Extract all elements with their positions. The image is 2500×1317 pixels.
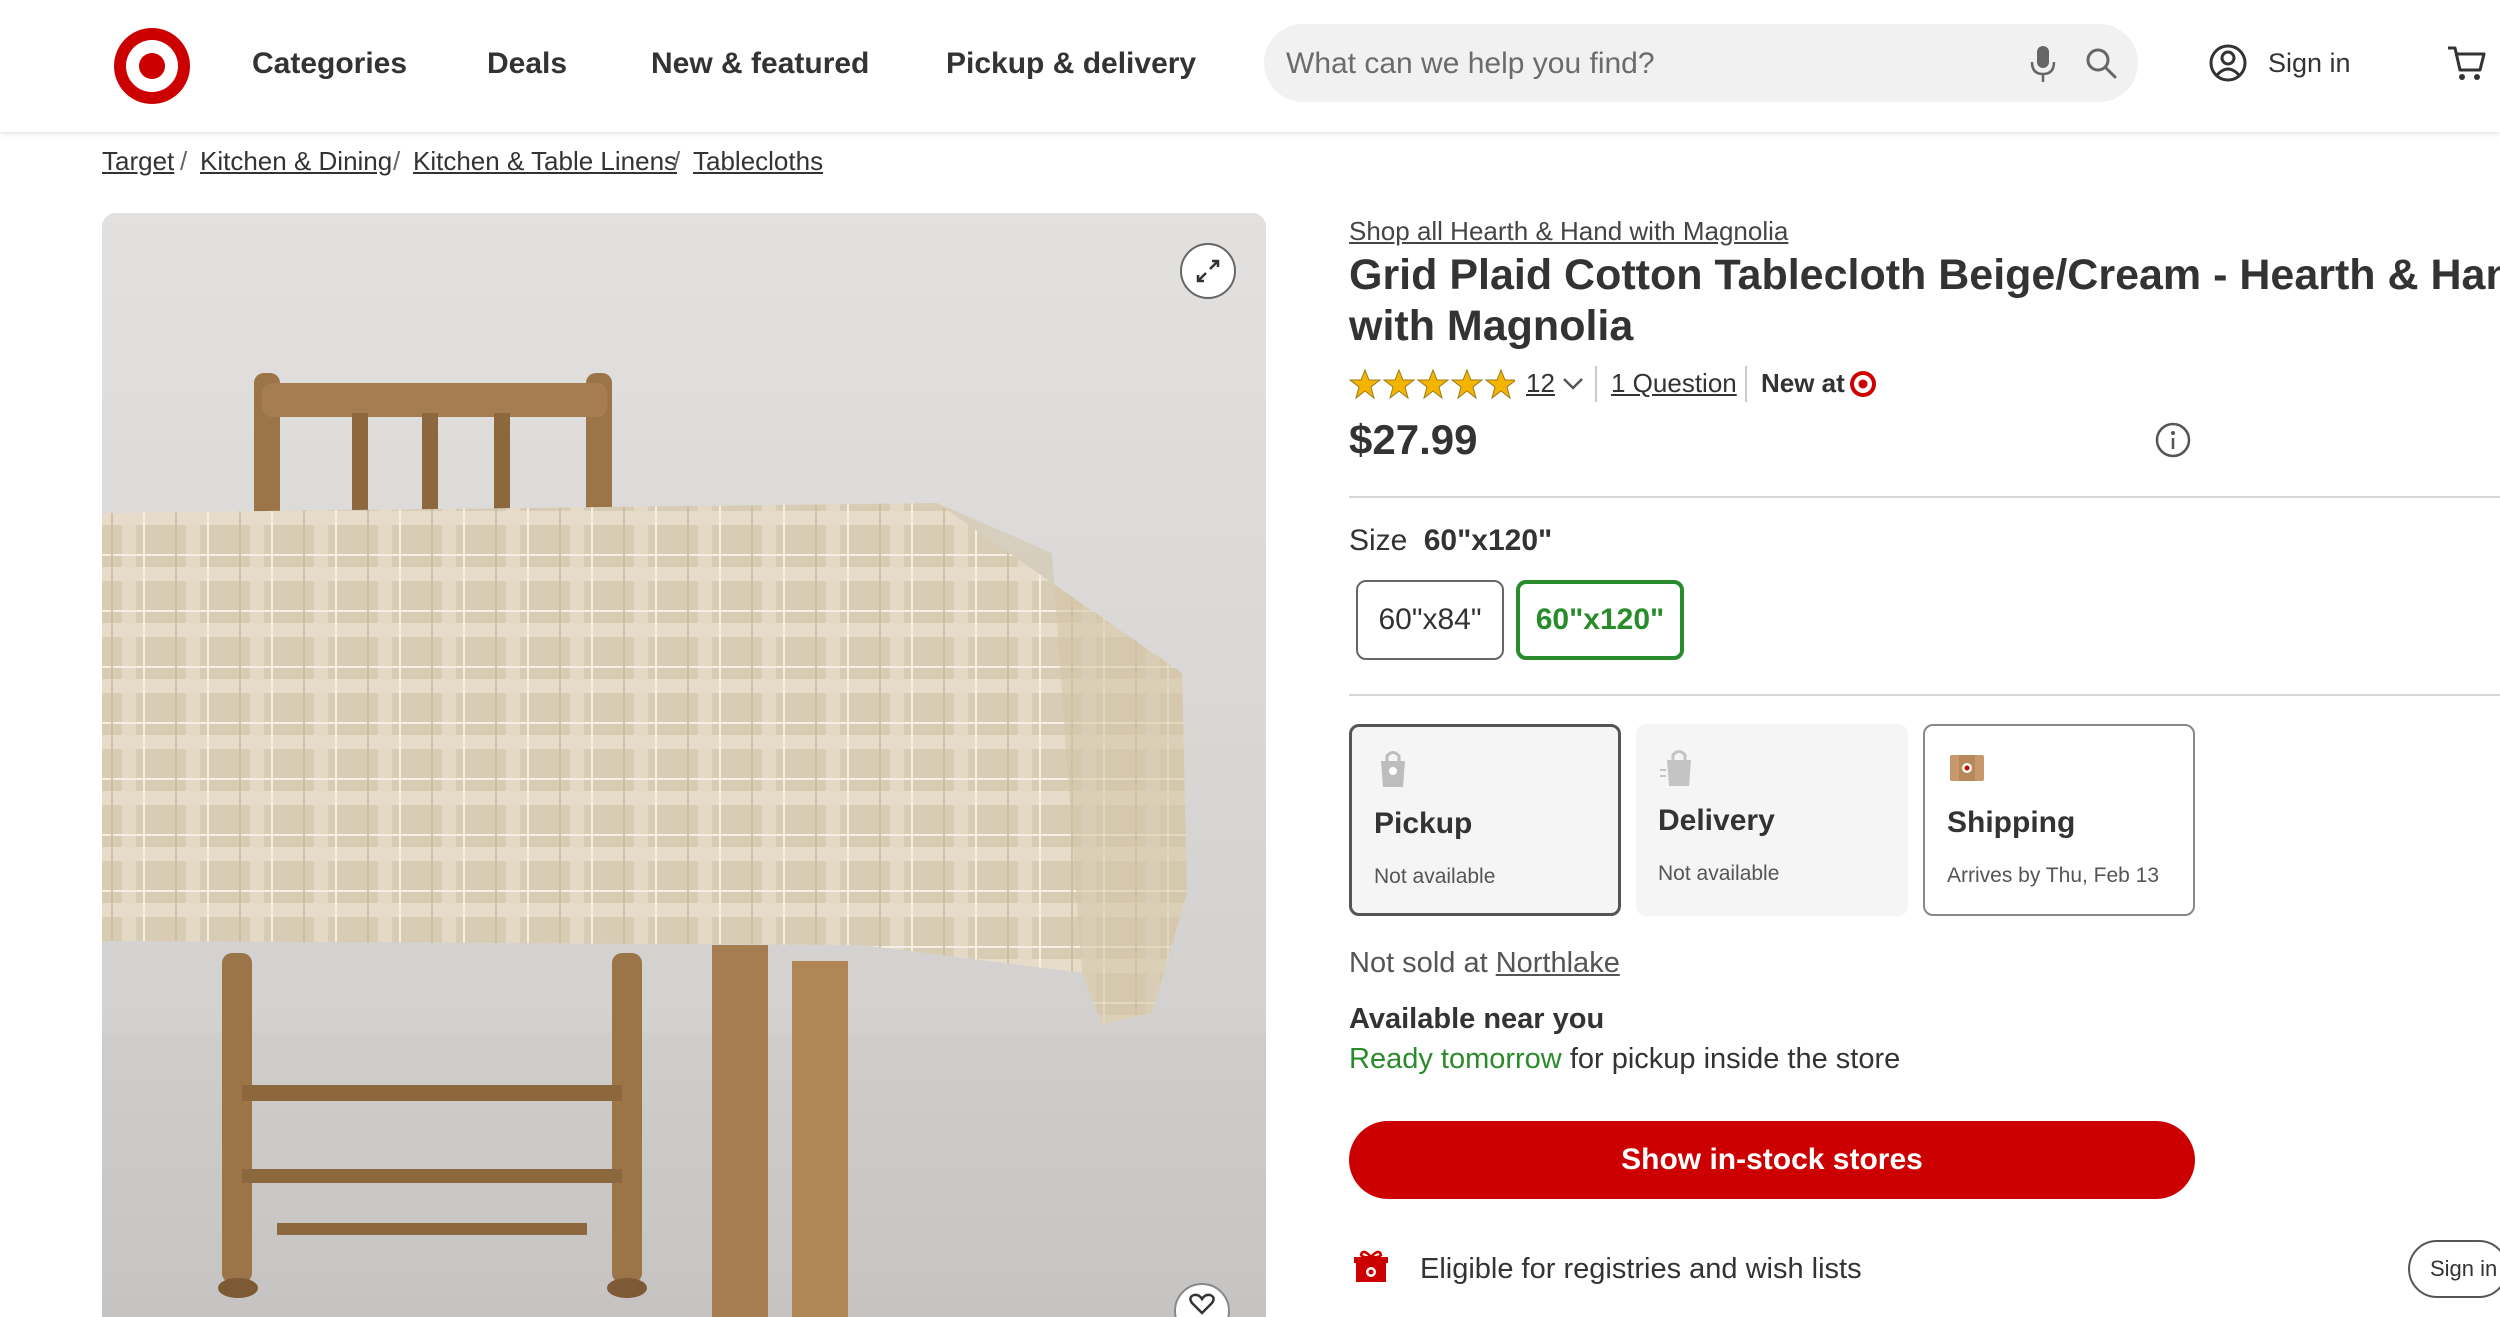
new-at-label: New at <box>1761 368 1845 398</box>
delivery-bag-icon <box>1660 750 1691 786</box>
size-heading: Size 60"x120" <box>1349 522 1552 560</box>
size-option-60x120[interactable]: 60"x120" <box>1516 580 1684 660</box>
show-in-stock-stores-button[interactable]: Show in-stock stores <box>1349 1121 2195 1199</box>
nav-deals[interactable]: Deals <box>487 44 567 84</box>
product-image-gallery[interactable] <box>102 213 1266 1317</box>
divider <box>1349 694 2500 696</box>
expand-icon <box>1196 259 1220 283</box>
questions-link[interactable]: 1 Question <box>1611 366 1737 400</box>
search-input[interactable] <box>1284 24 2028 104</box>
chevron-down-icon[interactable] <box>1561 374 1585 392</box>
fulfillment-shipping-card[interactable]: Shipping Arrives by Thu, Feb 13 <box>1923 724 2195 916</box>
target-logo-icon <box>1850 371 1876 397</box>
product-title-line2: with Magnolia <box>1349 302 1634 350</box>
pickup-bag-icon <box>1381 751 1405 787</box>
breadcrumb-separator: / <box>180 146 188 176</box>
store-name-link[interactable]: Northlake <box>1496 947 1620 979</box>
breadcrumb-tablecloths[interactable]: Tablecloths <box>693 144 823 178</box>
registry-text: Eligible for registries and wish lists <box>1420 1253 1862 1285</box>
product-image <box>102 213 1266 1317</box>
size-label: Size <box>1349 524 1408 557</box>
breadcrumb-separator: / <box>673 146 681 176</box>
star-rating-icon[interactable] <box>1349 368 1515 400</box>
shipping-box-icon <box>1950 755 1984 781</box>
divider <box>1595 366 1597 402</box>
size-selected-value: 60"x120" <box>1423 524 1553 557</box>
breadcrumb-target[interactable]: Target <box>102 144 174 178</box>
not-sold-label: Not sold at <box>1349 947 1488 979</box>
heart-icon <box>1189 1293 1215 1315</box>
breadcrumb-kitchen-dining[interactable]: Kitchen & Dining <box>200 144 392 178</box>
product-title-line1: Grid Plaid Cotton Tablecloth Beige/Cream… <box>1349 251 2500 299</box>
info-icon[interactable] <box>2155 422 2191 458</box>
site-header: Categories Deals New & featured Pickup &… <box>0 0 2500 132</box>
pickup-title: Pickup <box>1374 807 1473 840</box>
account-icon[interactable] <box>2208 43 2248 83</box>
gift-icon <box>1354 1250 1388 1282</box>
microphone-icon[interactable] <box>2028 44 2058 84</box>
pickup-status: Not available <box>1374 865 1496 888</box>
review-count-link[interactable]: 12 <box>1526 366 1555 400</box>
divider <box>1349 496 2500 498</box>
expand-image-button[interactable] <box>1180 243 1236 299</box>
search-bar <box>1264 24 2138 104</box>
divider <box>1745 366 1747 402</box>
shipping-status: Arrives by Thu, Feb 13 <box>1947 864 2160 887</box>
brand-link[interactable]: Shop all Hearth & Hand with Magnolia <box>1349 214 1788 248</box>
cart-icon[interactable] <box>2446 44 2486 82</box>
breadcrumb-separator: / <box>393 146 401 176</box>
search-icon[interactable] <box>2084 46 2118 80</box>
nav-new-featured[interactable]: New & featured <box>651 44 869 84</box>
nav-categories[interactable]: Categories <box>252 44 407 84</box>
ready-detail: for pickup inside the store <box>1569 1043 1901 1075</box>
product-title: Grid Plaid Cotton Tablecloth Beige/Cream… <box>1349 250 2500 352</box>
size-option-60x84[interactable]: 60"x84" <box>1356 580 1504 660</box>
shipping-title: Shipping <box>1947 806 2076 839</box>
delivery-title: Delivery <box>1658 804 1775 837</box>
rating-row: 12 1 Question New at <box>1349 366 2249 402</box>
floating-sign-in-button[interactable]: Sign in <box>2408 1240 2500 1298</box>
nav-pickup-delivery[interactable]: Pickup & delivery <box>946 44 1196 84</box>
fulfillment-pickup-card[interactable]: Pickup Not available <box>1349 724 1621 916</box>
fulfillment-delivery-card[interactable]: Delivery Not available <box>1636 724 1908 916</box>
target-logo-icon[interactable] <box>112 26 192 106</box>
product-price: $27.99 <box>1349 416 1478 463</box>
delivery-status: Not available <box>1658 862 1780 885</box>
ready-tomorrow-label: Ready tomorrow <box>1349 1043 1562 1075</box>
breadcrumb-kitchen-table-linens[interactable]: Kitchen & Table Linens <box>413 144 677 178</box>
not-sold-row: Not sold at Northlake <box>1349 944 1620 982</box>
available-near-heading: Available near you <box>1349 1003 1605 1035</box>
sign-in-link[interactable]: Sign in <box>2268 46 2351 80</box>
favorite-button[interactable] <box>1174 1283 1230 1317</box>
ready-row: Ready tomorrow for pickup inside the sto… <box>1349 1040 1900 1078</box>
